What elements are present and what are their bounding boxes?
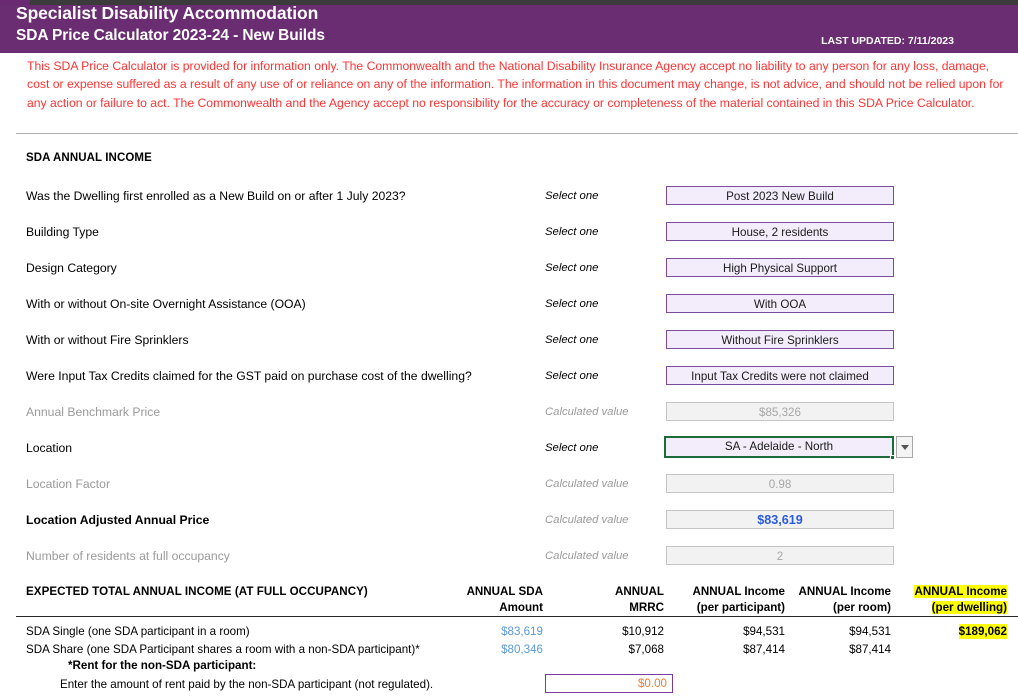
disclaimer-text: This SDA Price Calculator is provided fo… bbox=[27, 59, 1004, 110]
location-dropdown-value[interactable]: SA - Adelaide - North bbox=[664, 436, 894, 458]
form-row: Location Adjusted Annual Price Calculated… bbox=[0, 510, 1018, 534]
cell-fill-handle[interactable] bbox=[890, 455, 895, 460]
form-row-label: Number of residents at full occupancy bbox=[26, 549, 230, 563]
form-row: Location Select one SA - Adelaide - North bbox=[0, 436, 1018, 462]
form-row-label: With or without On-site Overnight Assist… bbox=[26, 297, 306, 311]
form-row-hint: Calculated value bbox=[545, 514, 629, 526]
rent-note-text: Enter the amount of rent paid by the non… bbox=[60, 678, 434, 691]
form-select-value[interactable]: High Physical Support bbox=[666, 258, 894, 277]
form-row: Building Type Select one House, 2 resident… bbox=[0, 222, 1018, 246]
table-cell-per-room: $87,414 bbox=[849, 643, 891, 656]
form-row-hint: Calculated value bbox=[545, 406, 629, 418]
form-row-hint: Calculated value bbox=[545, 478, 629, 490]
table-cell-per-dwelling-value: $189,062 bbox=[958, 624, 1007, 639]
results-column-header-line2: Amount bbox=[499, 600, 543, 614]
table-row: SDA Single (one SDA participant in a roo… bbox=[26, 625, 250, 638]
results-table-title: EXPECTED TOTAL ANNUAL INCOME (AT FULL OC… bbox=[26, 585, 368, 598]
form-row-label: Annual Benchmark Price bbox=[26, 405, 161, 419]
form-row-hint: Select one bbox=[545, 226, 599, 238]
form-select-value[interactable]: With OOA bbox=[666, 294, 894, 313]
results-column-header: ANNUAL SDA Amount bbox=[413, 584, 543, 615]
form-select-value[interactable]: Post 2023 New Build bbox=[666, 186, 894, 205]
form-calculated-value: 0.98 bbox=[666, 474, 894, 493]
top-window-strip-left bbox=[0, 0, 30, 5]
form-calculated-value: 2 bbox=[666, 546, 894, 565]
form-row-hint: Select one bbox=[545, 298, 599, 310]
form-row: Was the Dwelling first enrolled as a New… bbox=[0, 186, 1018, 210]
form-select-value[interactable]: Without Fire Sprinklers bbox=[666, 330, 894, 349]
table-cell-per-room: $94,531 bbox=[849, 625, 891, 638]
form-row-hint: Select one bbox=[545, 334, 599, 346]
top-window-strip bbox=[0, 0, 1018, 5]
form-row-label: Location bbox=[26, 441, 73, 455]
form-row-label: Location Adjusted Annual Price bbox=[26, 513, 210, 527]
rent-amount-input[interactable]: $0.00 bbox=[545, 674, 673, 693]
form-row-hint: Select one bbox=[545, 262, 599, 274]
form-row-label: Design Category bbox=[26, 261, 117, 275]
form-row-hint: Select one bbox=[545, 370, 599, 382]
results-column-header: ANNUAL Income (per dwelling) bbox=[892, 584, 1007, 615]
app-header: Specialist Disability Accommodation SDA … bbox=[0, 0, 1018, 53]
form-row-label: Were Input Tax Credits claimed for the G… bbox=[26, 369, 472, 383]
form-select-value[interactable]: Input Tax Credits were not claimed bbox=[666, 366, 894, 385]
form-row: With or without Fire Sprinklers Select on… bbox=[0, 330, 1018, 354]
results-column-header: ANNUAL Income (per room) bbox=[751, 584, 891, 615]
table-cell-sda-amount: $80,346 bbox=[501, 643, 543, 656]
form-row-label: With or without Fire Sprinklers bbox=[26, 333, 189, 347]
table-row: SDA Share (one SDA Participant shares a … bbox=[26, 643, 420, 656]
header-divider bbox=[16, 133, 1018, 134]
form-row-hint: Calculated value bbox=[545, 550, 629, 562]
results-column-header-line2: (per room) bbox=[833, 600, 891, 614]
location-dropdown[interactable]: SA - Adelaide - North bbox=[664, 436, 914, 460]
form-select-value[interactable]: House, 2 residents bbox=[666, 222, 894, 241]
form-row: Design Category Select one High Physical S… bbox=[0, 258, 1018, 282]
form-row: Were Input Tax Credits claimed for the G… bbox=[0, 366, 1018, 390]
form-row-label: Was the Dwelling first enrolled as a New… bbox=[26, 189, 406, 203]
results-column-header-line1: ANNUAL Income bbox=[914, 585, 1007, 598]
header-title-secondary: SDA Price Calculator 2023-24 - New Build… bbox=[16, 27, 325, 44]
form-row: Location Factor Calculated value 0.98 bbox=[0, 474, 1018, 498]
chevron-down-icon[interactable] bbox=[896, 436, 913, 458]
results-column-header-line1: ANNUAL SDA bbox=[466, 585, 543, 598]
form-row-hint: Select one bbox=[545, 190, 599, 202]
table-cell-sda-amount: $83,619 bbox=[501, 625, 543, 638]
table-cell-per-dwelling: $189,062 bbox=[892, 624, 1007, 639]
rent-note-heading: *Rent for the non-SDA participant: bbox=[68, 659, 257, 672]
form-calculated-value: $83,619 bbox=[666, 510, 894, 529]
form-row-hint: Select one bbox=[545, 442, 599, 454]
results-column-header-line1: ANNUAL Income bbox=[798, 585, 891, 598]
form-row: Annual Benchmark Price Calculated value $8… bbox=[0, 402, 1018, 426]
results-table-rule bbox=[16, 616, 1018, 618]
form-row: With or without On-site Overnight Assist… bbox=[0, 294, 1018, 318]
last-updated-label: LAST UPDATED: 7/11/2023 bbox=[821, 35, 954, 47]
page-title: SDA ANNUAL INCOME bbox=[26, 152, 152, 164]
header-title-primary: Specialist Disability Accommodation bbox=[16, 3, 319, 23]
form-calculated-value: $85,326 bbox=[666, 402, 894, 421]
form-row: Number of residents at full occupancy Cal… bbox=[0, 546, 1018, 570]
results-column-header-line2: (per dwelling) bbox=[931, 600, 1007, 614]
form-row-label: Building Type bbox=[26, 225, 99, 239]
form-row-label: Location Factor bbox=[26, 477, 111, 491]
